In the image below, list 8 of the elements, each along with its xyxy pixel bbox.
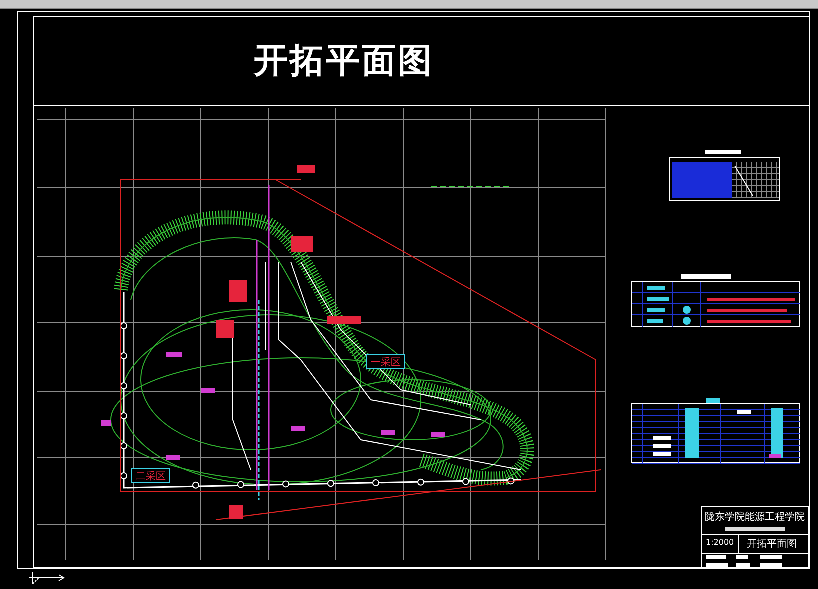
- school-name: 陇东学院能源工程学院: [705, 510, 805, 524]
- scale-label: 1:2000: [702, 535, 740, 553]
- drawing-title: 开拓平面图: [254, 40, 434, 83]
- drawing-name: 开拓平面图: [746, 538, 798, 552]
- ucs-icon: [27, 570, 67, 586]
- zone-label: 二采区: [132, 468, 170, 484]
- zone-label: 一采区: [366, 354, 406, 370]
- subtitle-marks: [725, 526, 785, 532]
